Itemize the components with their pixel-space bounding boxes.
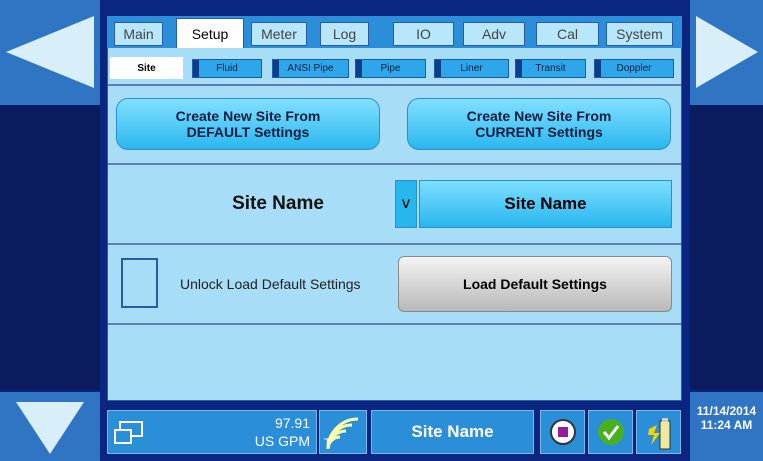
status-site-name[interactable]: Site Name	[371, 410, 534, 454]
tab-log[interactable]: Log	[320, 22, 369, 46]
subtab-notch	[595, 60, 601, 77]
subtab-doppler[interactable]: Doppler	[594, 59, 674, 78]
site-dropdown-button[interactable]: v	[395, 180, 417, 228]
flow-unit: US GPM	[254, 433, 310, 449]
subtab-liner-label: Liner	[460, 63, 483, 74]
flow-value: 97.91	[274, 415, 310, 431]
tab-meter[interactable]: Meter	[251, 22, 307, 46]
stop-icon	[550, 419, 576, 445]
subtab-notch	[516, 60, 522, 77]
arrow-left-icon	[6, 16, 94, 88]
unlock-checkbox[interactable]	[121, 258, 158, 308]
create-site-current-button[interactable]: Create New Site From CURRENT Settings	[407, 98, 671, 150]
subtab-pipe-label: Pipe	[380, 63, 401, 74]
create-default-line2: DEFAULT Settings	[186, 124, 310, 140]
clock: 11/14/2014 11:24 AM	[690, 392, 763, 461]
subtab-fluid-label: Fluid	[216, 63, 238, 74]
site-name-field[interactable]: Site Name	[419, 180, 672, 228]
load-default-button[interactable]: Load Default Settings	[398, 256, 672, 312]
nav-forward-button[interactable]	[690, 0, 763, 105]
flow-readout: 97.91 US GPM	[107, 410, 317, 454]
subtab-notch	[193, 60, 199, 77]
subtab-pipe[interactable]: Pipe	[355, 59, 426, 78]
create-default-line1: Create New Site From	[175, 108, 321, 124]
subtab-doppler-label: Doppler	[616, 63, 652, 74]
create-current-line2: CURRENT Settings	[475, 124, 603, 140]
create-site-default-button[interactable]: Create New Site From DEFAULT Settings	[116, 98, 380, 150]
tab-setup[interactable]: Setup	[176, 18, 244, 48]
subtab-notch	[435, 60, 441, 77]
signal-indicator[interactable]: T	[319, 410, 367, 454]
signal-letter: T	[324, 437, 331, 449]
tab-io[interactable]: IO	[393, 22, 454, 46]
subtab-transit-label: Transit	[535, 63, 566, 74]
tab-main[interactable]: Main	[114, 22, 163, 46]
subtab-fluid[interactable]: Fluid	[192, 59, 262, 78]
check-icon	[598, 419, 624, 445]
left-side-panel	[0, 105, 100, 390]
tab-cal[interactable]: Cal	[536, 22, 599, 46]
subtab-ansi-pipe-label: ANSI Pipe	[287, 63, 334, 74]
arrow-down-icon	[16, 402, 84, 454]
windows-icon	[114, 421, 143, 444]
battery-plug-icon	[648, 418, 671, 450]
clock-time: 11:24 AM	[700, 418, 753, 432]
create-current-line1: Create New Site From	[466, 108, 612, 124]
site-name-label: Site Name	[232, 193, 324, 214]
right-side-panel	[690, 105, 763, 390]
subtab-site[interactable]: Site	[110, 57, 183, 79]
status-ok-indicator[interactable]	[588, 410, 633, 454]
subtab-liner[interactable]: Liner	[434, 59, 509, 78]
tab-adv[interactable]: Adv	[463, 22, 525, 46]
nav-down-button[interactable]	[0, 392, 100, 461]
stop-button[interactable]	[540, 410, 585, 454]
power-indicator[interactable]	[636, 410, 681, 454]
subtab-ansi-pipe[interactable]: ANSI Pipe	[272, 59, 349, 78]
unlock-label: Unlock Load Default Settings	[180, 276, 361, 292]
arrow-right-icon	[696, 16, 758, 88]
subtab-notch	[273, 60, 279, 77]
divider	[108, 163, 681, 165]
nav-back-button[interactable]	[0, 0, 100, 105]
subtab-transit[interactable]: Transit	[515, 59, 586, 78]
clock-date: 11/14/2014	[696, 404, 757, 418]
divider	[108, 323, 681, 325]
subtab-notch	[356, 60, 362, 77]
divider	[108, 84, 681, 86]
divider	[108, 243, 681, 245]
tab-system[interactable]: System	[606, 22, 673, 46]
